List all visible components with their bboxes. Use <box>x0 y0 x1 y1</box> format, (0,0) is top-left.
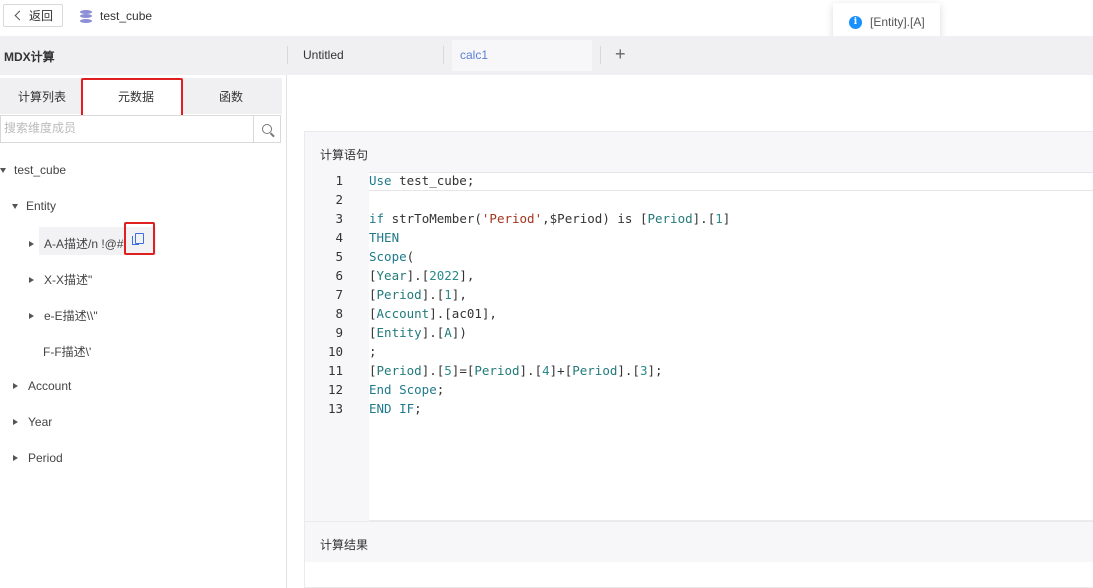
code-line[interactable]: 1 Use test_cube; <box>305 173 1093 192</box>
add-tab-button[interactable]: + <box>615 44 626 64</box>
code-line[interactable]: 12 End Scope; <box>305 382 1093 401</box>
tree-root-label: test_cube <box>14 163 67 177</box>
tree-member-label: e-E描述\\" <box>44 309 98 323</box>
code-line[interactable]: 2 <box>305 192 1093 211</box>
divider <box>600 46 601 64</box>
cube-title: test_cube <box>80 9 152 23</box>
result-panel: 计算结果 <box>304 521 1093 588</box>
tree-dim-label: Account <box>28 379 72 393</box>
code-text: [Year].[2022], <box>369 268 475 283</box>
code-text: [Period].[5]=[Period].[4]+[Period].[3]; <box>369 363 663 378</box>
toast-message: [Entity].[A] <box>870 15 925 29</box>
line-number: 9 <box>335 325 343 340</box>
line-number: 11 <box>327 363 343 378</box>
line-number: 2 <box>335 192 343 207</box>
code-text: [Entity].[A]) <box>369 325 467 340</box>
line-number: 8 <box>335 306 343 321</box>
code-line[interactable]: 11 [Period].[5]=[Period].[4]+[Period].[3]… <box>305 363 1093 382</box>
code-text: END IF; <box>369 401 422 416</box>
tree-dim-year[interactable]: Year <box>13 415 52 429</box>
code-line[interactable]: 5 Scope( <box>305 249 1093 268</box>
code-text: if strToMember('Period',$Period) is [Per… <box>369 211 731 226</box>
caret-down-icon[interactable] <box>0 167 6 173</box>
code-line[interactable]: 13 END IF; <box>305 401 1093 420</box>
code-text: THEN <box>369 230 400 245</box>
line-number: 6 <box>335 268 343 283</box>
caret-right-icon[interactable] <box>29 312 34 319</box>
code-line[interactable]: 8 [Account].[ac01], <box>305 306 1093 325</box>
caret-right-icon[interactable] <box>29 240 34 247</box>
code-line[interactable]: 3 if strToMember('Period',$Period) is [Pe… <box>305 211 1093 230</box>
tree-dim-label: Period <box>28 451 63 465</box>
line-number: 3 <box>335 211 343 226</box>
tree-member-a[interactable]: A-A描述/n !@# <box>29 235 124 252</box>
statement-panel: 计算语句 1 Use test_cube; 2 3 if strToMember('… <box>304 131 1093 521</box>
copy-button[interactable] <box>124 222 155 255</box>
copy-icon <box>132 233 144 245</box>
line-number: 7 <box>335 287 343 302</box>
tree-dim-period[interactable]: Period <box>13 451 63 465</box>
tree-member-f[interactable]: F-F描述\' <box>43 343 91 360</box>
divider <box>443 46 444 64</box>
code-line[interactable]: 9 [Entity].[A]) <box>305 325 1093 344</box>
caret-right-icon[interactable] <box>13 383 18 389</box>
cube-name: test_cube <box>100 9 153 23</box>
page-title: MDX计算 <box>4 50 55 64</box>
tab-calc1[interactable]: calc1 <box>452 40 592 71</box>
tab-calc-list[interactable]: 计算列表 <box>18 88 66 105</box>
caret-right-icon[interactable] <box>29 276 34 283</box>
line-number: 5 <box>335 249 343 264</box>
tree-member-e[interactable]: e-E描述\\" <box>29 307 98 324</box>
header-bar: MDX计算 Untitled calc1 + <box>0 36 1093 75</box>
tree-dim-account[interactable]: Account <box>13 379 71 393</box>
left-panel: 计算列表 元数据 函数 test_cube Entity A-A描述/n !@#… <box>0 75 287 588</box>
code-text: Use test_cube; <box>369 173 475 188</box>
database-icon <box>80 9 92 23</box>
tree-member-label: A-A描述/n !@# <box>44 237 124 251</box>
tree-member-x[interactable]: X-X描述" <box>29 271 92 288</box>
tree-entity[interactable]: Entity <box>12 199 56 213</box>
search-field[interactable] <box>0 115 254 143</box>
divider <box>287 46 288 64</box>
tab-metadata[interactable]: 元数据 <box>81 78 183 117</box>
line-number: 13 <box>327 401 343 416</box>
left-tabs: 计算列表 元数据 函数 <box>0 78 282 117</box>
caret-right-icon[interactable] <box>13 455 18 461</box>
back-button[interactable]: 返回 <box>3 4 63 27</box>
search-input[interactable] <box>1 116 241 140</box>
code-line[interactable]: 6 [Year].[2022], <box>305 268 1093 287</box>
line-number: 12 <box>327 382 343 397</box>
tree-member-label: F-F描述\' <box>43 345 92 359</box>
tree-member-label: X-X描述" <box>44 273 93 287</box>
line-number: 1 <box>335 173 343 188</box>
tab-untitled[interactable]: Untitled <box>303 48 344 62</box>
caret-right-icon[interactable] <box>13 419 18 425</box>
code-line[interactable]: 7 [Period].[1], <box>305 287 1093 306</box>
code-text: End Scope; <box>369 382 445 397</box>
search-icon <box>262 124 272 134</box>
code-text: [Account].[ac01], <box>369 306 497 321</box>
tree-entity-label: Entity <box>26 199 57 213</box>
back-label: 返回 <box>28 9 53 23</box>
tree-root[interactable]: test_cube <box>0 163 66 177</box>
code-text: ; <box>369 344 377 359</box>
code-text: [Period].[1], <box>369 287 467 302</box>
chevron-left-icon <box>14 10 25 21</box>
code-text: Scope( <box>369 249 415 264</box>
statement-title: 计算语句 <box>305 132 1093 172</box>
tree-dim-label: Year <box>28 415 53 429</box>
tab-metadata-label: 元数据 <box>118 90 155 104</box>
search-button[interactable] <box>253 115 281 143</box>
caret-down-icon[interactable] <box>12 203 18 209</box>
result-title: 计算结果 <box>305 522 1093 562</box>
tab-functions[interactable]: 函数 <box>219 88 243 105</box>
code-line[interactable]: 10; <box>305 344 1093 363</box>
code-line[interactable]: 4 THEN <box>305 230 1093 249</box>
info-icon: i <box>849 15 862 29</box>
line-number: 10 <box>327 344 343 359</box>
line-number: 4 <box>335 230 343 245</box>
